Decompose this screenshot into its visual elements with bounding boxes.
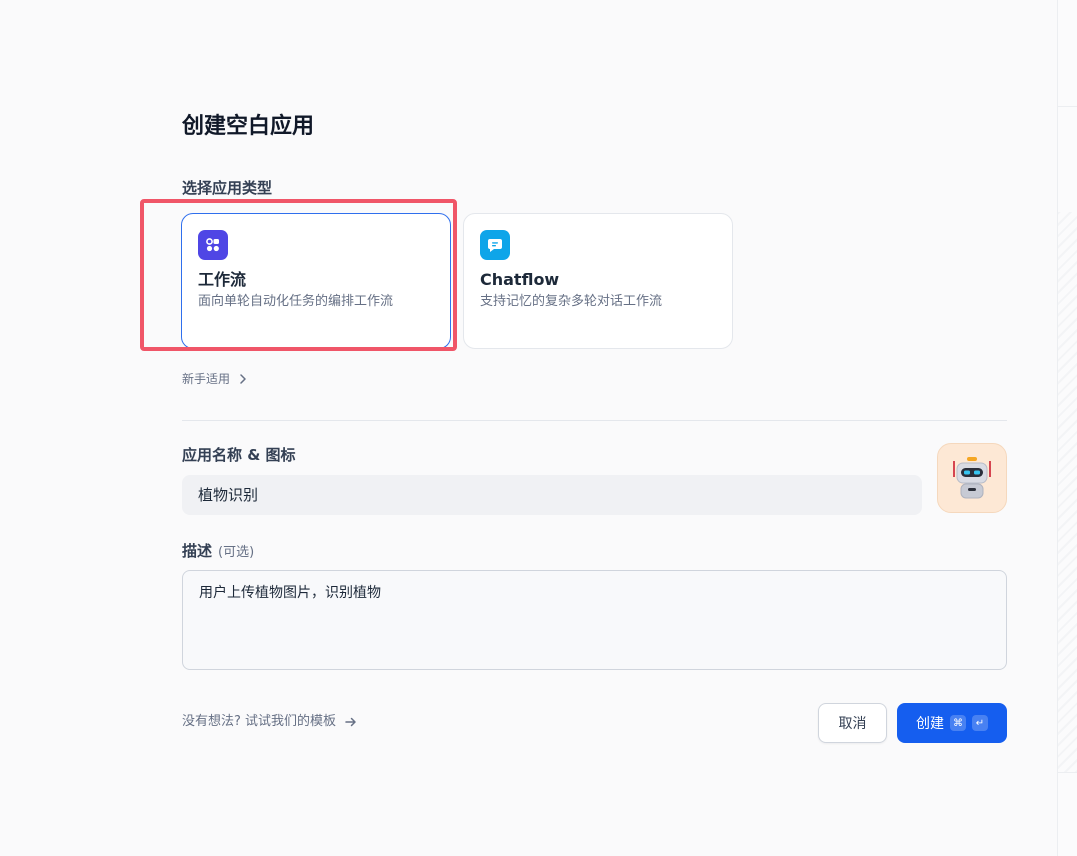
template-link-label: 没有想法? 试试我们的模板 (182, 714, 337, 729)
workflow-icon (198, 230, 228, 260)
optional-hint: (可选) (218, 545, 255, 560)
app-type-card-chatflow[interactable]: Chatflow 支持记忆的复杂多轮对话工作流 (463, 213, 733, 349)
app-type-card-workflow[interactable]: 工作流 面向单轮自动化任务的编排工作流 (181, 213, 451, 349)
robot-icon (953, 457, 991, 499)
card-description: 面向单轮自动化任务的编排工作流 (198, 294, 394, 309)
side-panel-edge (1057, 0, 1077, 856)
description-label-row: 描述 (可选) (182, 540, 254, 561)
section-divider (182, 420, 1007, 421)
app-name-input[interactable]: 植物识别 (182, 475, 922, 515)
card-title: 工作流 (198, 270, 247, 289)
beginner-link[interactable]: 新手适用 (182, 369, 248, 389)
card-title: Chatflow (480, 270, 560, 289)
app-name-label: 应用名称 & 图标 (182, 446, 296, 464)
app-type-label: 选择应用类型 (182, 179, 273, 197)
arrow-right-icon (345, 717, 356, 727)
chat-bubble-icon (480, 230, 510, 260)
create-button[interactable]: 创建 ⌘ ↵ (897, 703, 1007, 743)
create-button-label: 创建 (916, 716, 944, 732)
template-link[interactable]: 没有想法? 试试我们的模板 (182, 712, 358, 732)
page-title: 创建空白应用 (182, 114, 315, 139)
card-description: 支持记忆的复杂多轮对话工作流 (480, 294, 663, 309)
create-blank-app-page: 创建空白应用 选择应用类型 工作流 面向单轮自动化任务的编排工作流 Chatfl… (0, 0, 1077, 856)
cancel-button[interactable]: 取消 (818, 703, 887, 743)
app-icon-picker[interactable] (937, 443, 1007, 513)
description-textarea[interactable]: 用户上传植物图片，识别植物 (182, 570, 1007, 670)
enter-key-icon: ↵ (972, 715, 988, 731)
beginner-link-label: 新手适用 (182, 372, 231, 386)
description-label: 描述 (182, 542, 213, 560)
chevron-right-icon (240, 374, 246, 384)
command-key-icon: ⌘ (950, 715, 966, 731)
